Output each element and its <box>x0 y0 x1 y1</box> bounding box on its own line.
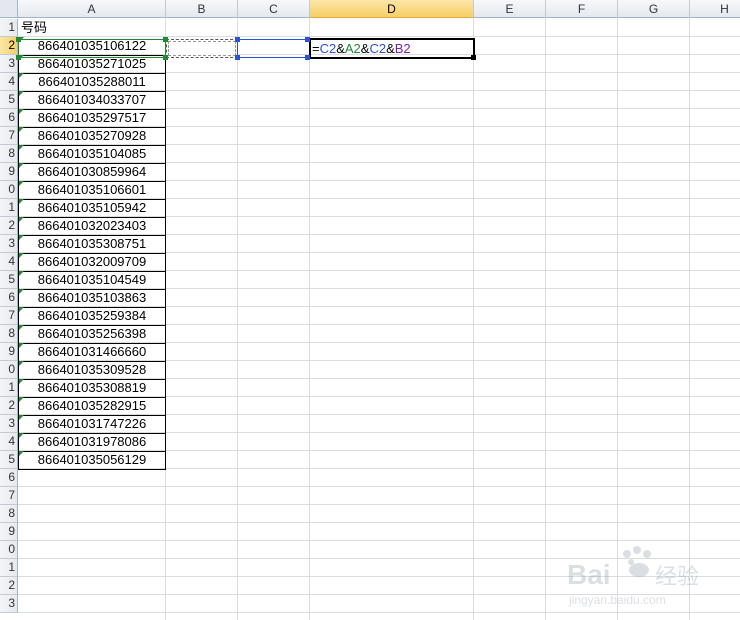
c2-corner-handle[interactable] <box>235 55 240 60</box>
column-header-e[interactable]: E <box>474 0 546 18</box>
row-header[interactable]: 6 <box>0 289 18 307</box>
gridline-column <box>309 18 310 620</box>
cell-border <box>18 415 166 434</box>
formula-ref-c2: C2 <box>319 41 337 56</box>
cell-border <box>18 73 166 92</box>
cell-border <box>18 163 166 182</box>
spreadsheet: ABCDEFGH 1234567890123456789012345678901… <box>0 0 740 620</box>
gridline-column <box>237 18 238 620</box>
cell-border <box>18 253 166 272</box>
baidu-jingyan-watermark: Bai 经验 jingyan.baidu.com <box>567 546 699 607</box>
cell-border <box>18 397 166 416</box>
column-header-f[interactable]: F <box>546 0 618 18</box>
column-header-c[interactable]: C <box>238 0 310 18</box>
formula-ampersand: & <box>336 41 345 56</box>
row-header[interactable]: 2 <box>0 217 18 235</box>
formula-ampersand: & <box>386 41 395 56</box>
row-header[interactable]: 3 <box>0 415 18 433</box>
cell-border <box>18 451 166 470</box>
cell-b2-copy-marquee[interactable] <box>166 39 238 58</box>
cell-border <box>18 235 166 254</box>
gridline-row <box>18 504 740 505</box>
row-header[interactable]: 5 <box>0 91 18 109</box>
row-header[interactable]: 9 <box>0 343 18 361</box>
formula-equals: = <box>312 41 320 56</box>
cell-d2-formula: =C2&A2&C2&B2 <box>312 39 411 58</box>
a2-corner-handle[interactable] <box>163 55 168 60</box>
row-header[interactable]: 9 <box>0 163 18 181</box>
cell-border <box>18 91 166 110</box>
cell-border <box>18 109 166 128</box>
c2-corner-handle[interactable] <box>235 37 240 42</box>
fill-handle[interactable] <box>471 55 476 60</box>
gridline-column <box>473 18 474 620</box>
cell-border <box>18 199 166 218</box>
row-header[interactable]: 8 <box>0 145 18 163</box>
row-header[interactable]: 1 <box>0 379 18 397</box>
row-header[interactable]: 8 <box>0 505 18 523</box>
column-header-a[interactable]: A <box>18 0 166 18</box>
column-header-h[interactable]: H <box>690 0 740 18</box>
row-header[interactable]: 4 <box>0 253 18 271</box>
column-header-b[interactable]: B <box>166 0 238 18</box>
row-header[interactable]: 5 <box>0 271 18 289</box>
row-header[interactable]: 7 <box>0 487 18 505</box>
row-header[interactable]: 0 <box>0 541 18 559</box>
row-header[interactable]: 0 <box>0 361 18 379</box>
cell-border <box>18 289 166 308</box>
watermark-url: jingyan.baidu.com <box>568 593 666 607</box>
gridline-column <box>617 18 618 620</box>
gridline-row <box>18 522 740 523</box>
row-header[interactable]: 2 <box>0 397 18 415</box>
gridline-column <box>689 18 690 620</box>
row-header[interactable]: 7 <box>0 307 18 325</box>
row-header[interactable]: 4 <box>0 433 18 451</box>
row-header[interactable]: 3 <box>0 595 18 613</box>
cell-c2-reference-highlight[interactable] <box>237 39 310 58</box>
row-header[interactable]: 1 <box>0 559 18 577</box>
formula-ref-b2: B2 <box>394 41 411 56</box>
cell-border <box>18 325 166 344</box>
row-header[interactable]: 2 <box>0 577 18 595</box>
row-header[interactable]: 6 <box>0 109 18 127</box>
row-header[interactable]: 0 <box>0 181 18 199</box>
row-header[interactable]: 8 <box>0 325 18 343</box>
row-header[interactable]: 4 <box>0 73 18 91</box>
row-header[interactable]: 1 <box>0 19 18 37</box>
cell-border <box>18 127 166 146</box>
cell-a2-reference-highlight <box>18 39 166 58</box>
select-all-corner[interactable] <box>0 0 18 18</box>
cell-border <box>18 271 166 290</box>
formula-ref-c2: C2 <box>369 41 387 56</box>
cell-border <box>18 307 166 326</box>
row-header[interactable]: 7 <box>0 127 18 145</box>
watermark-suffix: 经验 <box>655 565 699 590</box>
a2-corner-handle[interactable] <box>163 37 168 42</box>
column-header-d[interactable]: D <box>310 0 474 18</box>
cell-border <box>18 433 166 452</box>
a2-corner-handle[interactable] <box>16 37 21 42</box>
cell-border <box>18 145 166 164</box>
cell-a1-header[interactable]: 号码 <box>21 19 167 37</box>
row-header[interactable]: 6 <box>0 469 18 487</box>
cell-border <box>18 379 166 398</box>
cell-border <box>18 217 166 236</box>
cell-border <box>18 343 166 362</box>
row-header[interactable]: 5 <box>0 451 18 469</box>
gridline-column <box>545 18 546 620</box>
column-header-g[interactable]: G <box>618 0 690 18</box>
cell-border <box>18 361 166 380</box>
formula-ref-a2: A2 <box>344 41 361 56</box>
c2-corner-handle[interactable] <box>305 55 310 60</box>
cell-border <box>18 181 166 200</box>
row-header[interactable]: 9 <box>0 523 18 541</box>
row-header[interactable]: 1 <box>0 199 18 217</box>
gridline-row <box>18 612 740 613</box>
a2-corner-handle[interactable] <box>16 55 21 60</box>
watermark-brand: Bai <box>567 559 611 590</box>
gridline-row <box>18 486 740 487</box>
c2-corner-handle[interactable] <box>305 37 310 42</box>
row-header[interactable]: 3 <box>0 235 18 253</box>
